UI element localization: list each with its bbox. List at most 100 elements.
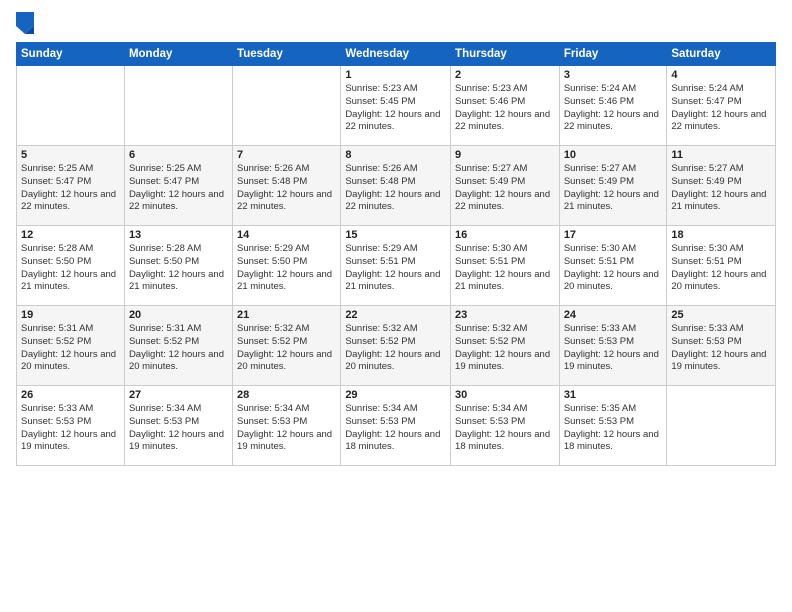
cell-info: Sunrise: 5:23 AM Sunset: 5:45 PM Dayligh… <box>345 83 446 134</box>
weekday-header: Sunday <box>17 43 125 66</box>
calendar-cell: 20 Sunrise: 5:31 AM Sunset: 5:52 PM Dayli… <box>124 306 232 386</box>
cell-info: Sunrise: 5:30 AM Sunset: 5:51 PM Dayligh… <box>455 243 555 294</box>
cell-info: Sunrise: 5:34 AM Sunset: 5:53 PM Dayligh… <box>237 403 336 454</box>
cell-info: Sunrise: 5:32 AM Sunset: 5:52 PM Dayligh… <box>237 323 336 374</box>
cell-date: 23 <box>455 309 555 321</box>
cell-date: 1 <box>345 69 446 81</box>
calendar-week-row: 12 Sunrise: 5:28 AM Sunset: 5:50 PM Dayli… <box>17 226 776 306</box>
cell-date: 4 <box>671 69 771 81</box>
calendar-cell: 21 Sunrise: 5:32 AM Sunset: 5:52 PM Dayli… <box>233 306 341 386</box>
cell-info: Sunrise: 5:28 AM Sunset: 5:50 PM Dayligh… <box>129 243 228 294</box>
cell-date: 7 <box>237 149 336 161</box>
logo <box>16 12 38 34</box>
calendar-cell: 16 Sunrise: 5:30 AM Sunset: 5:51 PM Dayli… <box>451 226 560 306</box>
cell-info: Sunrise: 5:26 AM Sunset: 5:48 PM Dayligh… <box>345 163 446 214</box>
calendar-cell: 7 Sunrise: 5:26 AM Sunset: 5:48 PM Daylig… <box>233 146 341 226</box>
calendar-cell: 12 Sunrise: 5:28 AM Sunset: 5:50 PM Dayli… <box>17 226 125 306</box>
cell-info: Sunrise: 5:25 AM Sunset: 5:47 PM Dayligh… <box>129 163 228 214</box>
cell-info: Sunrise: 5:27 AM Sunset: 5:49 PM Dayligh… <box>455 163 555 214</box>
cell-date: 30 <box>455 389 555 401</box>
cell-date: 21 <box>237 309 336 321</box>
cell-date: 11 <box>671 149 771 161</box>
cell-info: Sunrise: 5:27 AM Sunset: 5:49 PM Dayligh… <box>564 163 663 214</box>
calendar-cell: 3 Sunrise: 5:24 AM Sunset: 5:46 PM Daylig… <box>559 66 667 146</box>
weekday-header: Saturday <box>667 43 776 66</box>
cell-date: 31 <box>564 389 663 401</box>
calendar-cell: 5 Sunrise: 5:25 AM Sunset: 5:47 PM Daylig… <box>17 146 125 226</box>
cell-info: Sunrise: 5:29 AM Sunset: 5:50 PM Dayligh… <box>237 243 336 294</box>
calendar-cell: 22Sunrise: 5:32 AM Sunset: 5:52 PM Dayli… <box>341 306 451 386</box>
calendar-week-row: 5 Sunrise: 5:25 AM Sunset: 5:47 PM Daylig… <box>17 146 776 226</box>
cell-info: Sunrise: 5:31 AM Sunset: 5:52 PM Dayligh… <box>21 323 120 374</box>
calendar-cell: 11 Sunrise: 5:27 AM Sunset: 5:49 PM Dayli… <box>667 146 776 226</box>
weekday-header: Friday <box>559 43 667 66</box>
cell-info: Sunrise: 5:33 AM Sunset: 5:53 PM Dayligh… <box>21 403 120 454</box>
cell-date: 18 <box>671 229 771 241</box>
cell-date: 14 <box>237 229 336 241</box>
cell-info: Sunrise: 5:34 AM Sunset: 5:53 PM Dayligh… <box>455 403 555 454</box>
cell-date: 20 <box>129 309 228 321</box>
cell-info: Sunrise: 5:30 AM Sunset: 5:51 PM Dayligh… <box>671 243 771 294</box>
calendar-cell: 31 Sunrise: 5:35 AM Sunset: 5:53 PM Dayli… <box>559 386 667 466</box>
cell-info: Sunrise: 5:24 AM Sunset: 5:47 PM Dayligh… <box>671 83 771 134</box>
cell-date: 6 <box>129 149 228 161</box>
calendar-cell: 26 Sunrise: 5:33 AM Sunset: 5:53 PM Dayli… <box>17 386 125 466</box>
calendar-cell: 10Sunrise: 5:27 AM Sunset: 5:49 PM Dayli… <box>559 146 667 226</box>
calendar-cell: 19Sunrise: 5:31 AM Sunset: 5:52 PM Dayli… <box>17 306 125 386</box>
cell-date: 26 <box>21 389 120 401</box>
calendar-cell: 17Sunrise: 5:30 AM Sunset: 5:51 PM Dayli… <box>559 226 667 306</box>
calendar-cell: 6 Sunrise: 5:25 AM Sunset: 5:47 PM Daylig… <box>124 146 232 226</box>
cell-info: Sunrise: 5:26 AM Sunset: 5:48 PM Dayligh… <box>237 163 336 214</box>
cell-info: Sunrise: 5:31 AM Sunset: 5:52 PM Dayligh… <box>129 323 228 374</box>
cell-info: Sunrise: 5:25 AM Sunset: 5:47 PM Dayligh… <box>21 163 120 214</box>
cell-date: 29 <box>345 389 446 401</box>
cell-date: 9 <box>455 149 555 161</box>
cell-date: 24 <box>564 309 663 321</box>
calendar-cell <box>124 66 232 146</box>
weekday-header: Wednesday <box>341 43 451 66</box>
calendar-cell: 25 Sunrise: 5:33 AM Sunset: 5:53 PM Dayli… <box>667 306 776 386</box>
calendar-cell: 27 Sunrise: 5:34 AM Sunset: 5:53 PM Dayli… <box>124 386 232 466</box>
weekday-header: Thursday <box>451 43 560 66</box>
calendar-cell: 29Sunrise: 5:34 AM Sunset: 5:53 PM Dayli… <box>341 386 451 466</box>
cell-info: Sunrise: 5:35 AM Sunset: 5:53 PM Dayligh… <box>564 403 663 454</box>
cell-date: 2 <box>455 69 555 81</box>
cell-date: 27 <box>129 389 228 401</box>
calendar-cell: 18 Sunrise: 5:30 AM Sunset: 5:51 PM Dayli… <box>667 226 776 306</box>
cell-info: Sunrise: 5:34 AM Sunset: 5:53 PM Dayligh… <box>129 403 228 454</box>
cell-date: 15 <box>345 229 446 241</box>
cell-date: 12 <box>21 229 120 241</box>
calendar-cell: 28 Sunrise: 5:34 AM Sunset: 5:53 PM Dayli… <box>233 386 341 466</box>
cell-date: 16 <box>455 229 555 241</box>
cell-info: Sunrise: 5:28 AM Sunset: 5:50 PM Dayligh… <box>21 243 120 294</box>
cell-info: Sunrise: 5:24 AM Sunset: 5:46 PM Dayligh… <box>564 83 663 134</box>
calendar-cell: 4 Sunrise: 5:24 AM Sunset: 5:47 PM Daylig… <box>667 66 776 146</box>
weekday-header: Monday <box>124 43 232 66</box>
weekday-header-row: SundayMondayTuesdayWednesdayThursdayFrid… <box>17 43 776 66</box>
cell-info: Sunrise: 5:29 AM Sunset: 5:51 PM Dayligh… <box>345 243 446 294</box>
cell-info: Sunrise: 5:33 AM Sunset: 5:53 PM Dayligh… <box>671 323 771 374</box>
cell-info: Sunrise: 5:27 AM Sunset: 5:49 PM Dayligh… <box>671 163 771 214</box>
calendar-cell: 23 Sunrise: 5:32 AM Sunset: 5:52 PM Dayli… <box>451 306 560 386</box>
calendar-week-row: 19Sunrise: 5:31 AM Sunset: 5:52 PM Dayli… <box>17 306 776 386</box>
cell-date: 28 <box>237 389 336 401</box>
cell-date: 22 <box>345 309 446 321</box>
cell-date: 25 <box>671 309 771 321</box>
calendar-cell: 30 Sunrise: 5:34 AM Sunset: 5:53 PM Dayli… <box>451 386 560 466</box>
calendar-cell <box>17 66 125 146</box>
cell-info: Sunrise: 5:32 AM Sunset: 5:52 PM Dayligh… <box>455 323 555 374</box>
cell-info: Sunrise: 5:30 AM Sunset: 5:51 PM Dayligh… <box>564 243 663 294</box>
cell-date: 5 <box>21 149 120 161</box>
calendar-cell: 2 Sunrise: 5:23 AM Sunset: 5:46 PM Daylig… <box>451 66 560 146</box>
calendar-table: SundayMondayTuesdayWednesdayThursdayFrid… <box>16 42 776 466</box>
cell-date: 3 <box>564 69 663 81</box>
cell-info: Sunrise: 5:23 AM Sunset: 5:46 PM Dayligh… <box>455 83 555 134</box>
calendar-cell: 1 Sunrise: 5:23 AM Sunset: 5:45 PM Daylig… <box>341 66 451 146</box>
calendar-cell <box>233 66 341 146</box>
header <box>16 12 776 34</box>
cell-date: 13 <box>129 229 228 241</box>
calendar-cell: 13 Sunrise: 5:28 AM Sunset: 5:50 PM Dayli… <box>124 226 232 306</box>
page: SundayMondayTuesdayWednesdayThursdayFrid… <box>0 0 792 612</box>
calendar-cell: 24Sunrise: 5:33 AM Sunset: 5:53 PM Dayli… <box>559 306 667 386</box>
calendar-cell: 14 Sunrise: 5:29 AM Sunset: 5:50 PM Dayli… <box>233 226 341 306</box>
